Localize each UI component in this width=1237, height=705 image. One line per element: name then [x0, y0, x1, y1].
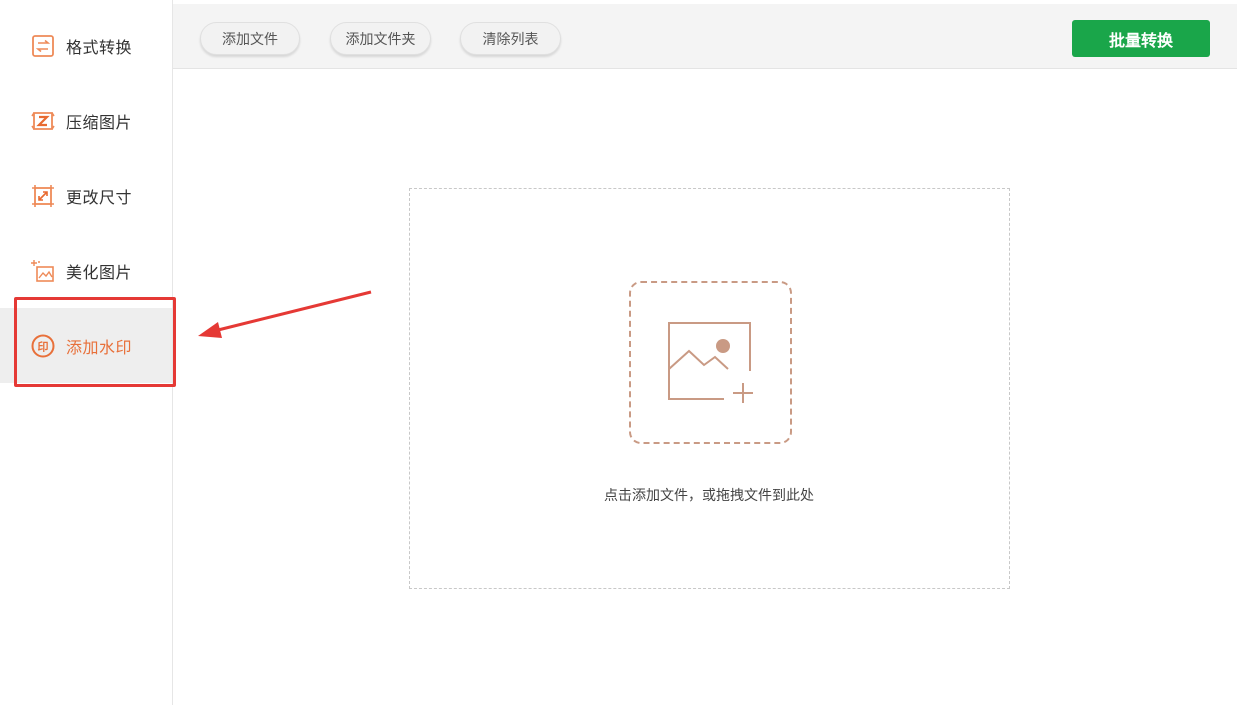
svg-text:印: 印 — [38, 340, 49, 353]
sidebar-item-resize[interactable]: 更改尺寸 — [0, 158, 172, 233]
sidebar-item-format-convert[interactable]: 格式转换 — [0, 8, 172, 83]
format-convert-icon — [30, 33, 56, 59]
watermark-icon: 印 — [30, 333, 56, 359]
batch-convert-button[interactable]: 批量转换 — [1072, 20, 1210, 57]
sidebar: 格式转换 压缩图片 更改尺寸 美化图片 印 添加水印 — [0, 0, 176, 705]
file-drop-zone[interactable]: 点击添加文件，或拖拽文件到此处 — [409, 188, 1010, 589]
add-file-button[interactable]: 添加文件 — [200, 22, 300, 55]
resize-icon — [30, 183, 56, 209]
drop-hint-text: 点击添加文件，或拖拽文件到此处 — [604, 488, 814, 504]
compress-image-icon — [30, 108, 56, 134]
annotation-arrow-icon — [198, 290, 372, 338]
sidebar-item-watermark[interactable]: 印 添加水印 — [0, 308, 172, 383]
clear-list-button[interactable]: 清除列表 — [460, 22, 561, 55]
sidebar-item-label: 美化图片 — [66, 262, 133, 282]
add-image-icon — [668, 322, 753, 403]
sidebar-item-beautify-image[interactable]: 美化图片 — [0, 233, 172, 308]
add-folder-button[interactable]: 添加文件夹 — [330, 22, 431, 55]
app-window: 格式转换 压缩图片 更改尺寸 美化图片 印 添加水印 添加文件 添加文件夹 清除… — [0, 0, 1237, 705]
add-image-button[interactable] — [629, 281, 792, 444]
toolbar: 添加文件 添加文件夹 清除列表 批量转换 — [173, 4, 1237, 69]
sidebar-item-compress-image[interactable]: 压缩图片 — [0, 83, 172, 158]
sidebar-item-label: 压缩图片 — [66, 112, 133, 132]
sidebar-item-label: 更改尺寸 — [66, 187, 133, 207]
sidebar-item-label: 格式转换 — [66, 37, 133, 57]
sidebar-item-label: 添加水印 — [66, 337, 133, 357]
beautify-image-icon — [30, 258, 56, 284]
